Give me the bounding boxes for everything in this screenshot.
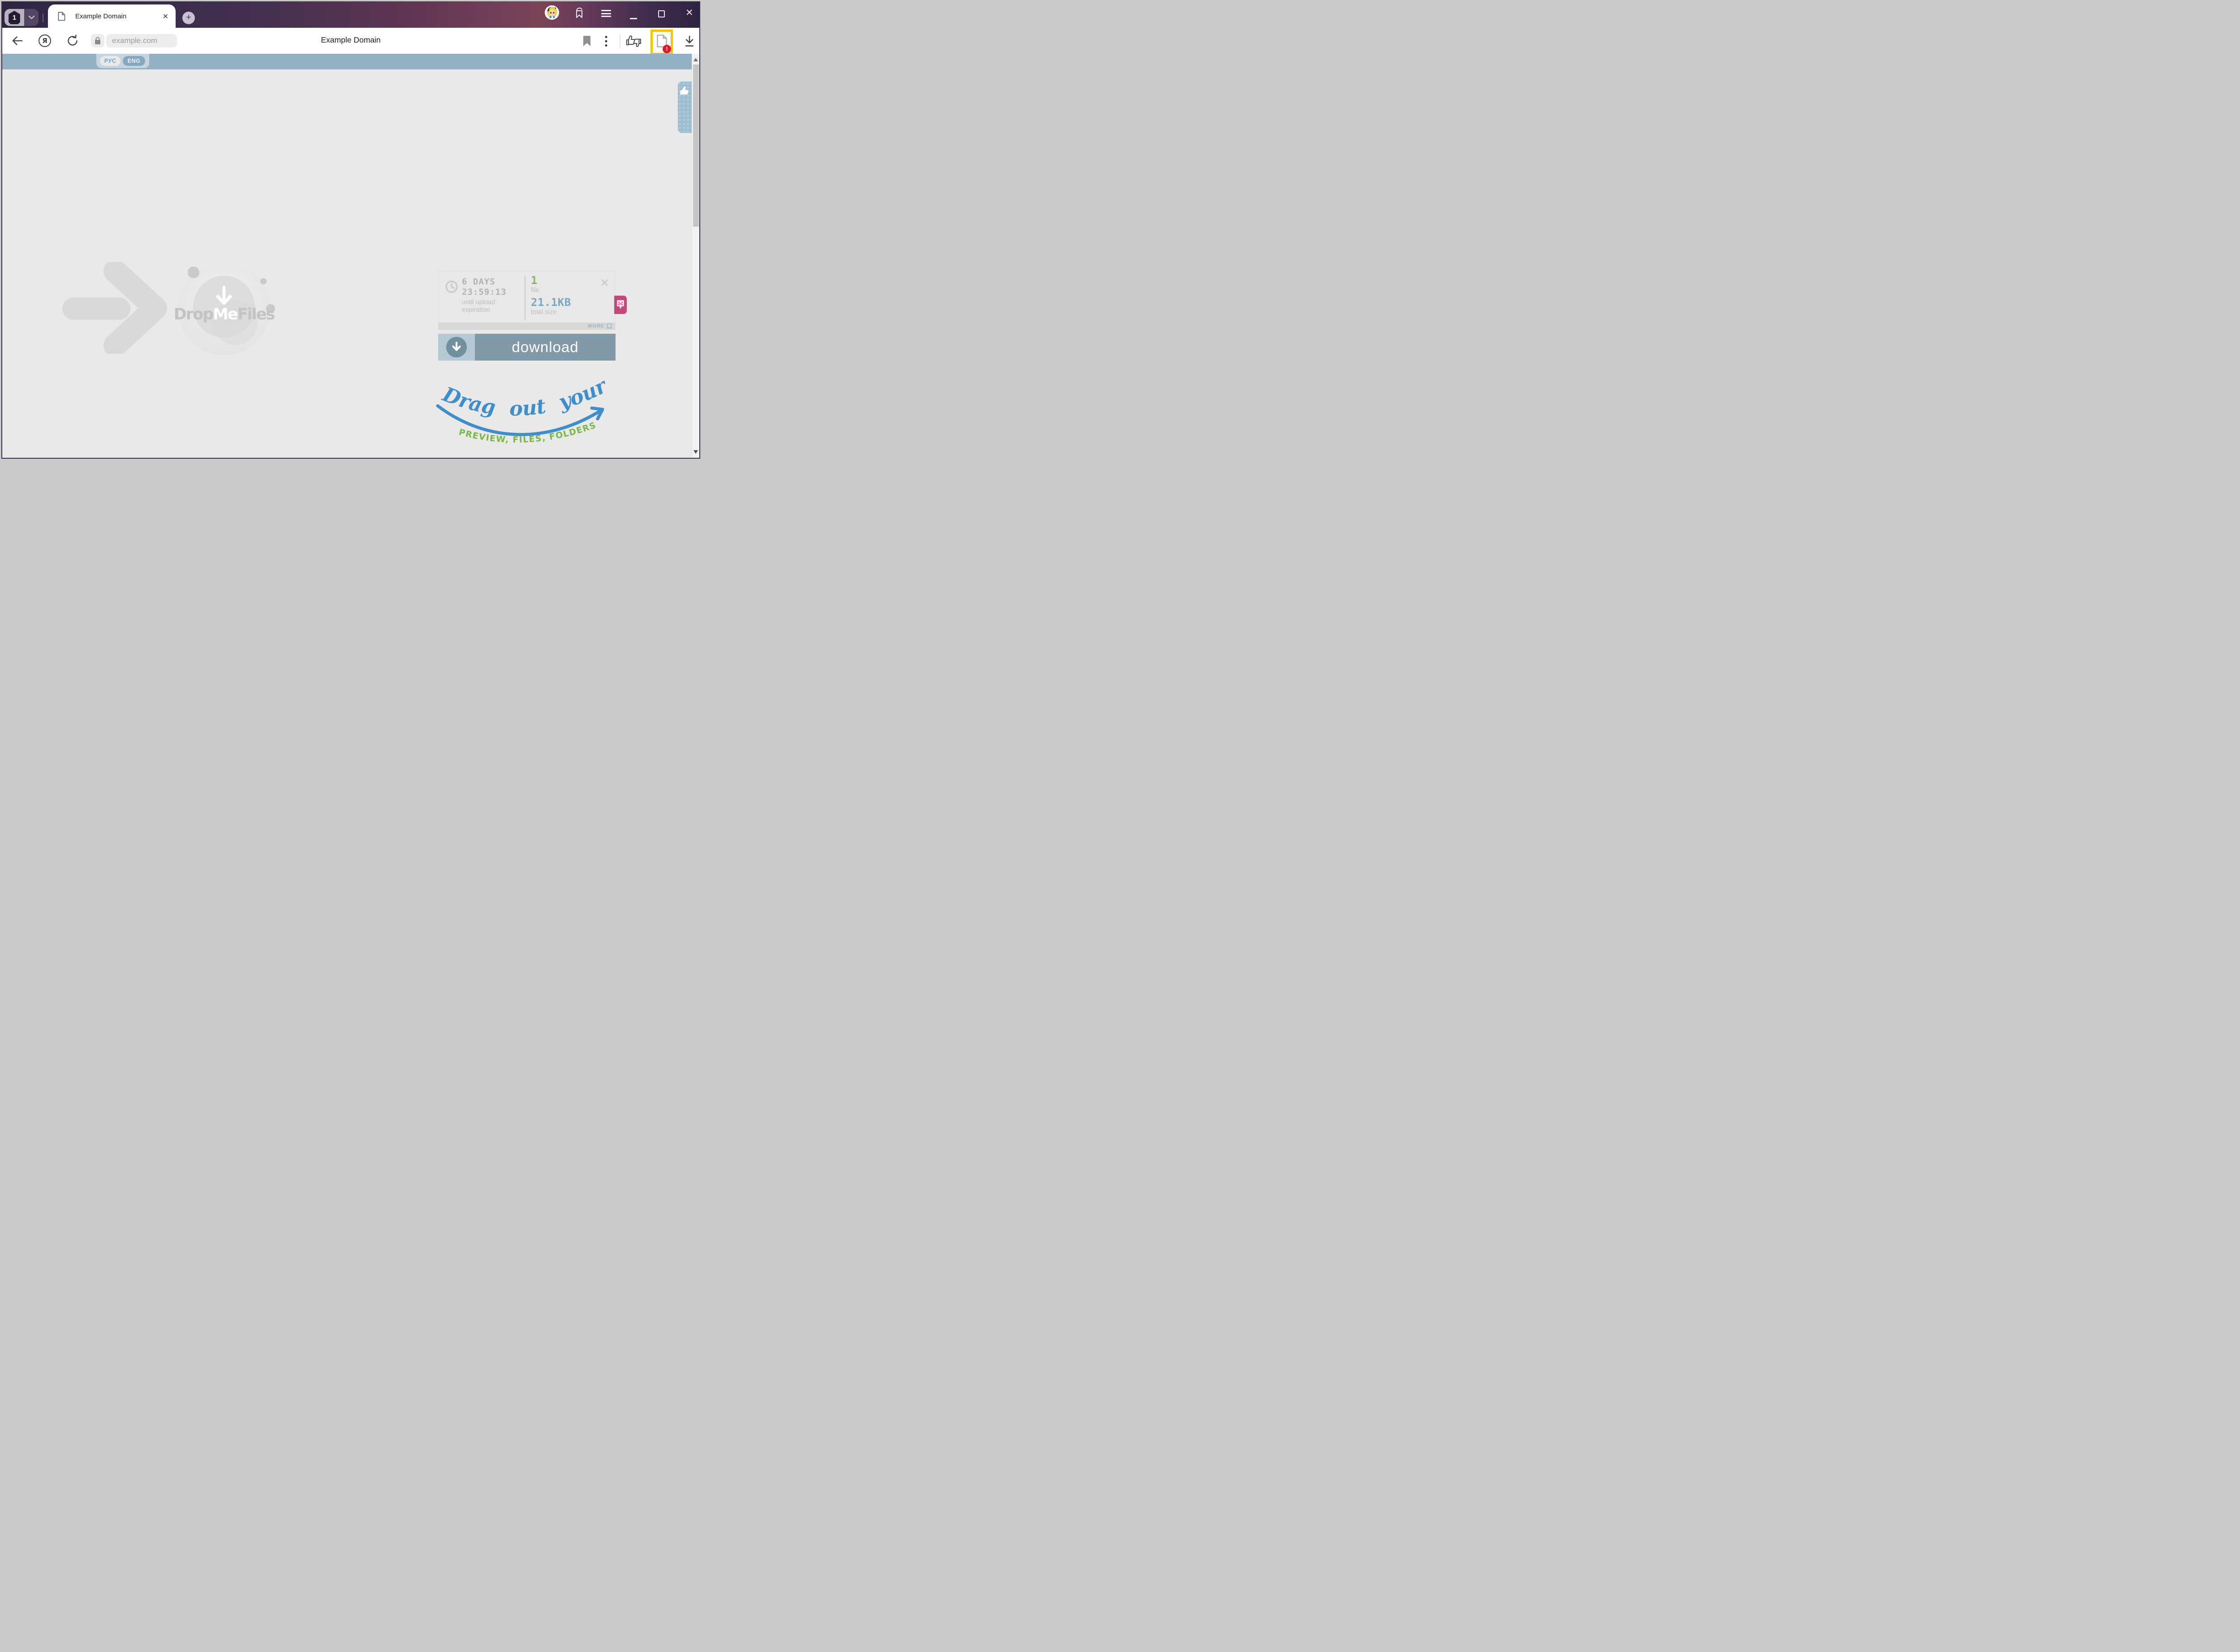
upload-info-panel: 6 DAYS 23:59:13 until upload expiration … (438, 271, 616, 330)
site-security-button[interactable] (91, 34, 104, 47)
expiration-label-line2: expiration (462, 306, 495, 314)
browser-window: 1 Example Domain ✕ + (0, 0, 702, 460)
lock-icon (95, 37, 101, 45)
panel-divider (525, 276, 526, 320)
svg-text:Drag out your: Drag out your (439, 373, 612, 421)
clock-icon (445, 280, 458, 293)
tab-bar: 1 Example Domain ✕ + (2, 1, 699, 28)
tab-count: 1 (8, 11, 21, 24)
file-count-label: file (531, 287, 571, 294)
page-icon (58, 12, 65, 21)
download-button-icon-area (438, 334, 475, 361)
more-strip: more + (439, 323, 615, 330)
file-count: 1 (531, 275, 571, 286)
address-bar[interactable]: example.com (106, 34, 177, 47)
chevron-down-icon (29, 16, 34, 19)
thumb-up-icon (680, 86, 690, 96)
bookmark-icon[interactable] (582, 35, 591, 47)
page-content: РУС ENG DropMeFiles (2, 54, 699, 458)
scrollbar[interactable] (692, 54, 699, 458)
rate-page-icon[interactable] (625, 34, 642, 49)
more-link[interactable]: more (588, 323, 604, 329)
toolbar: Я example.com Example Domain (2, 28, 699, 54)
dropmefiles-wordmark: DropMeFiles (157, 305, 291, 323)
tagline-blue-text: Drag out your (439, 373, 612, 421)
user-avatar[interactable] (545, 5, 559, 20)
complain-badge[interactable] (614, 296, 627, 314)
tab-list-dropdown[interactable] (24, 9, 39, 26)
tab-close-button[interactable]: ✕ (163, 12, 168, 21)
download-button-label: download (475, 334, 616, 361)
tab-counter-button[interactable]: 1 (4, 9, 39, 26)
logo-orbit-dot (188, 267, 199, 278)
expiration-days: 6 DAYS (462, 277, 507, 287)
tab-title: Example Domain (75, 13, 163, 20)
drop-arrow-graphic (60, 262, 168, 354)
back-icon[interactable] (10, 35, 24, 47)
lang-rus-button[interactable]: РУС (100, 56, 121, 66)
avatar-girl-icon (545, 5, 559, 20)
blocked-download-highlight[interactable]: ! (650, 30, 673, 55)
like-side-badge[interactable] (678, 82, 692, 133)
lang-eng-button[interactable]: ENG (123, 56, 145, 66)
expiration-label-line1: until upload (462, 299, 495, 306)
menu-icon[interactable] (601, 10, 611, 19)
scrollbar-up-arrow[interactable] (694, 58, 698, 61)
download-circle (446, 337, 467, 357)
download-button[interactable]: download (438, 334, 616, 361)
expiration-time: 23:59:13 (462, 287, 507, 297)
logo-text-drop: Drop (174, 305, 213, 323)
scrollbar-thumb[interactable] (693, 65, 699, 227)
more-plus-button[interactable]: + (607, 323, 612, 329)
collections-icon[interactable] (573, 7, 585, 19)
kebab-menu-icon[interactable] (604, 35, 608, 47)
alert-badge: ! (663, 45, 671, 53)
reload-icon[interactable] (66, 34, 79, 47)
logo-text-files: Files (237, 305, 274, 323)
tab-counter-badge: 1 (4, 9, 24, 26)
download-arrow-icon (451, 341, 462, 353)
logo-text-me: Me (213, 305, 237, 323)
total-size-label: total size (531, 309, 571, 316)
scrollbar-down-arrow[interactable] (694, 450, 698, 454)
browser-frame: 1 Example Domain ✕ + (1, 1, 700, 459)
sad-face-icon (616, 300, 625, 310)
total-size: 21.1KB (531, 297, 571, 308)
panel-close-button[interactable]: ✕ (600, 276, 609, 289)
page-title: Example Domain (321, 35, 380, 45)
logo-orbit-dot (260, 278, 267, 284)
window-close-button[interactable]: ✕ (685, 7, 694, 18)
maximize-button[interactable] (658, 10, 665, 17)
downloads-icon[interactable] (683, 35, 696, 47)
active-tab[interactable]: Example Domain ✕ (48, 4, 176, 28)
yandex-search-icon[interactable]: Я (39, 34, 51, 47)
drag-out-tagline: Drag out your PREVIEW, FILES, FOLDERS (428, 367, 625, 457)
minimize-button[interactable] (630, 18, 637, 19)
new-tab-button[interactable]: + (182, 12, 195, 24)
language-switcher: РУС ENG (96, 54, 149, 68)
